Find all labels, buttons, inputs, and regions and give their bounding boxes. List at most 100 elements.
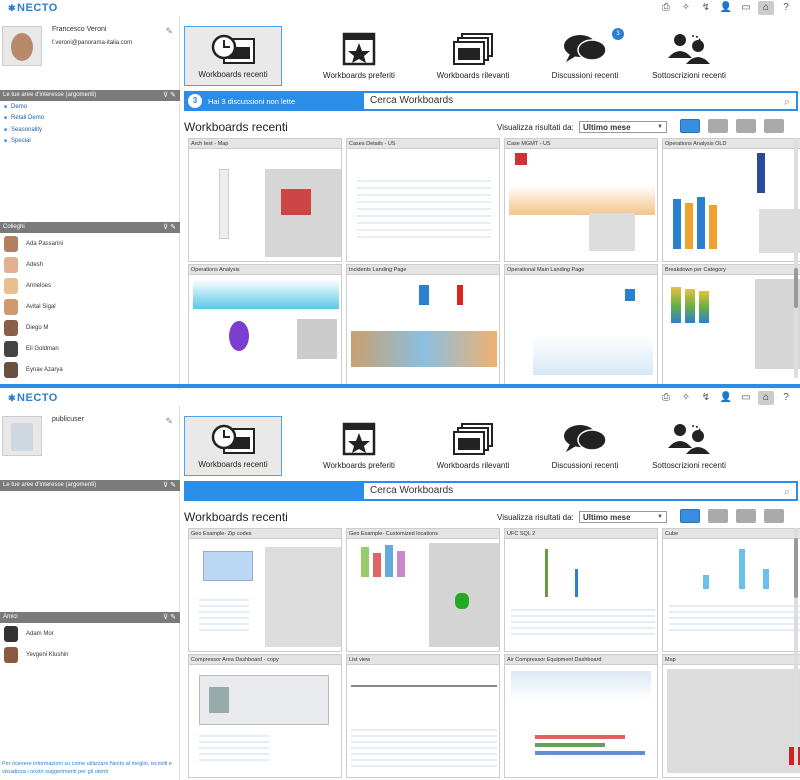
workboard-card[interactable]: Geo Example- Zip codes [188,528,342,652]
edit-profile-icon[interactable]: ✎ [165,416,173,427]
tab-recent-subscriptions[interactable]: Sottoscrizioni recenti [640,26,738,86]
filter-icon[interactable]: ⊽ [163,482,168,489]
scrollbar[interactable] [794,528,798,768]
friends-header: Amici ⊽ ✎ [0,612,180,623]
magic-wand-icon[interactable]: ✧ [678,1,694,15]
interests-header: Le tue aree d'interesse (argomenti) ⊽ ✎ [0,480,180,491]
colleague-item[interactable]: Adesh [4,256,43,274]
edit-icon[interactable]: ✎ [170,92,176,99]
workboard-card[interactable]: Case MGMT - US [504,138,658,262]
search-icon[interactable]: ⌕ [784,484,790,500]
stack-view-icon[interactable] [736,119,756,133]
colleague-item[interactable]: Anneloes [4,277,51,295]
workboard-card[interactable]: Geo Example- Customized locations [346,528,500,652]
colleague-item[interactable]: Ada Passarini [4,235,63,253]
video-view-icon[interactable] [708,119,728,133]
search-icon[interactable]: ⌕ [784,94,790,110]
print-icon[interactable]: ⎙ [658,1,674,15]
home-icon[interactable]: ⌂ [758,1,774,15]
people-icon [668,34,710,64]
tab-relevant-workboards[interactable]: Workboards rilevanti [424,416,522,476]
edit-icon[interactable]: ✎ [170,482,176,489]
tab-recent-subscriptions[interactable]: Sottoscrizioni recenti [640,416,738,476]
tab-favorite-workboards[interactable]: Workboards preferiti [310,416,408,476]
colleague-item[interactable]: Eynav Azarya [4,361,63,379]
cloud-view-icon[interactable] [764,119,784,133]
print-icon[interactable]: ⎙ [658,391,674,405]
help-icon[interactable]: ? [778,1,794,15]
help-note-link[interactable]: Per ricevere informazioni su come utiliz… [2,760,177,776]
tab-bar: Workboards recenti Workboards preferiti … [184,26,784,88]
search-bar: Cerca Workboards ⌕ [184,481,798,501]
tab-favorite-workboards[interactable]: Workboards preferiti [310,26,408,86]
tab-recent-workboards[interactable]: Workboards recenti [184,416,282,476]
workboard-card[interactable]: Arch test - Map [188,138,342,262]
avatar[interactable] [2,26,42,66]
people-icon [668,424,710,454]
video-view-icon[interactable] [708,509,728,523]
avatar [4,341,18,357]
period-select[interactable]: Ultimo mese ▼ [579,121,667,133]
unread-discussions-notice[interactable]: 3 Hai 3 discussioni non lette [188,94,295,108]
topic-seasonality[interactable]: Seasonality [4,127,42,133]
workboard-card[interactable]: Cube [662,528,800,652]
help-icon[interactable]: ? [778,391,794,405]
filter-icon[interactable]: ⊽ [163,92,168,99]
scrollbar[interactable] [794,138,798,378]
workboard-card[interactable]: List view [346,654,500,778]
refresh-icon[interactable]: ↯ [698,391,714,405]
avatar[interactable] [2,416,42,456]
necto-logo: ✱NECTO [8,392,58,404]
user-settings-icon[interactable]: 👤 [718,1,734,15]
grid-view-icon[interactable] [680,119,700,133]
tab-recent-discussions[interactable]: Discussioni recenti [536,416,634,476]
workboard-card[interactable]: Operational Main Landing Page [504,264,658,388]
search-input[interactable]: Cerca Workboards ⌕ [364,483,796,499]
topic-demo[interactable]: Demo [4,104,27,110]
period-select[interactable]: Ultimo mese ▼ [579,511,667,523]
workboard-card[interactable]: Incidents Landing Page [346,264,500,388]
topic-special[interactable]: Special [4,138,31,144]
edit-icon[interactable]: ✎ [170,614,176,621]
edit-icon[interactable]: ✎ [170,224,176,231]
colleague-item[interactable]: Diego M [4,319,48,337]
workboard-card[interactable]: Operations Analysis OLD [662,138,800,262]
refresh-icon[interactable]: ↯ [698,1,714,15]
user-name: publicuser [52,416,84,423]
cloud-view-icon[interactable] [764,509,784,523]
workboard-card[interactable]: UFC SQL 2 [504,528,658,652]
workboard-card[interactable]: Map [662,654,800,778]
colleague-item[interactable]: Eli Goldman [4,340,59,358]
top-toolbar: ⎙ ✧ ↯ 👤 ▭ ⌂ ? [658,1,794,15]
tab-recent-workboards[interactable]: Workboards recenti [184,26,282,86]
workboard-card[interactable]: Compressor Area Dashboard - copy [188,654,342,778]
friend-item[interactable]: Yevgeni Klushin [4,646,68,664]
workboard-card[interactable]: Cases Details - US [346,138,500,262]
workboard-card[interactable]: Breakdown per Category [662,264,800,388]
speech-bubbles-icon [564,35,607,62]
grid-view-icon[interactable] [680,509,700,523]
sidebar: Francesco Veroni f.veroni@panorama-itali… [0,16,180,390]
avatar [4,647,18,663]
tab-relevant-workboards[interactable]: Workboards rilevanti [424,26,522,86]
workboard-card[interactable]: Operations Analysis [188,264,342,388]
friend-item[interactable]: Adam Mor [4,625,54,643]
interests-header: Le tue aree d'interesse (argomenti) ⊽ ✎ [0,90,180,101]
stack-view-icon[interactable] [736,509,756,523]
home-icon[interactable]: ⌂ [758,391,774,405]
screen-icon[interactable]: ▭ [738,391,754,405]
workboard-card[interactable]: Air Compressor Equipment Dashboard [504,654,658,778]
stacked-boards-icon [453,33,493,65]
colleagues-header: Colleghi ⊽ ✎ [0,222,180,233]
screen-divider [0,384,800,388]
filter-label: Visualizza risultati da: [497,123,574,132]
magic-wand-icon[interactable]: ✧ [678,391,694,405]
filter-icon[interactable]: ⊽ [163,614,168,621]
edit-profile-icon[interactable]: ✎ [165,26,173,37]
filter-icon[interactable]: ⊽ [163,224,168,231]
colleague-item[interactable]: Avital Sigal [4,298,56,316]
screen-icon[interactable]: ▭ [738,1,754,15]
user-settings-icon[interactable]: 👤 [718,391,734,405]
topic-retail-demo[interactable]: Retail Demo [4,115,44,121]
search-input[interactable]: Cerca Workboards ⌕ [364,93,796,109]
